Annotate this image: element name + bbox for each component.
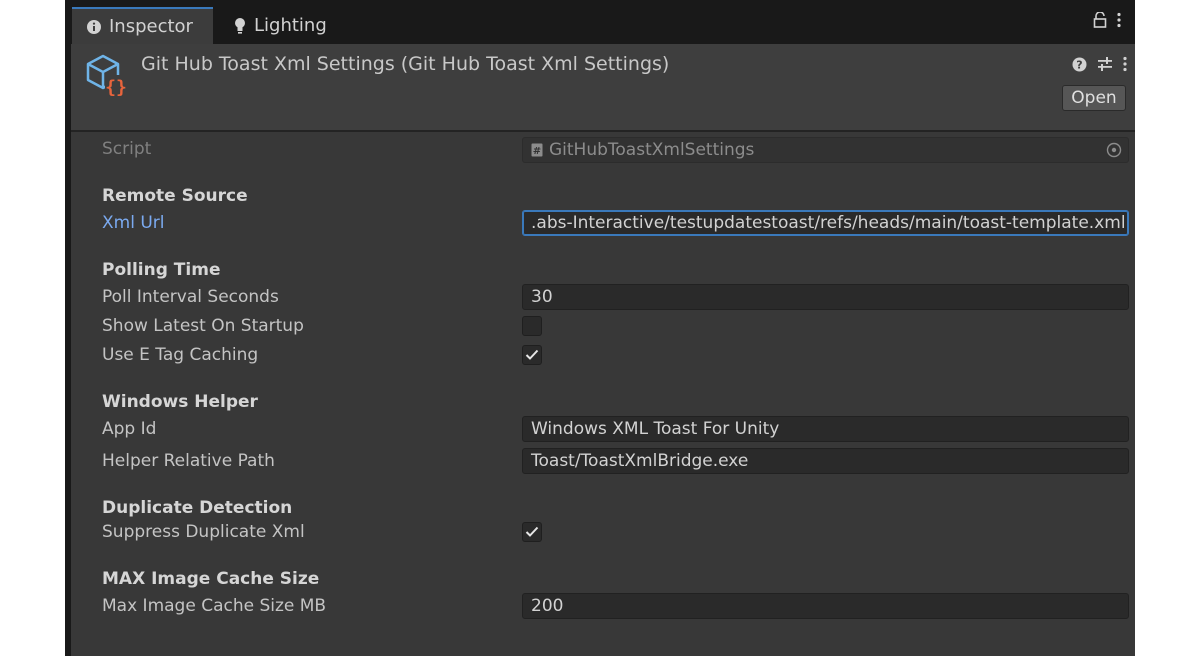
inspector-panel: Inspector Lighting {} Git Hub Toast Xml …: [65, 0, 1135, 656]
section-duplicate-detection: Duplicate Detection: [102, 498, 293, 518]
xml-url-input[interactable]: .abs-Interactive/testupdatestoast/refs/h…: [522, 210, 1129, 236]
helper-path-label: Helper Relative Path: [102, 451, 275, 471]
show-latest-checkbox[interactable]: [522, 316, 542, 336]
svg-text:{}: {}: [105, 77, 127, 97]
component-title: Git Hub Toast Xml Settings (Git Hub Toas…: [141, 53, 670, 75]
checkmark-icon: [525, 346, 539, 365]
app-id-label: App Id: [102, 419, 157, 439]
open-button[interactable]: Open: [1062, 85, 1126, 111]
section-max-image-cache: MAX Image Cache Size: [102, 569, 320, 589]
max-cache-size-label: Max Image Cache Size MB: [102, 596, 327, 616]
section-windows-helper: Windows Helper: [102, 392, 258, 412]
tab-lighting[interactable]: Lighting: [225, 7, 365, 44]
max-cache-size-input[interactable]: 200: [522, 593, 1129, 619]
suppress-duplicate-checkbox[interactable]: [522, 522, 542, 542]
lock-icon[interactable]: [1093, 11, 1107, 32]
bulb-icon: [233, 17, 247, 35]
help-icon[interactable]: ?: [1072, 57, 1087, 76]
svg-text:#: #: [533, 146, 541, 157]
panel-left-edge: [65, 0, 71, 656]
poll-interval-input[interactable]: 30: [522, 284, 1129, 310]
tab-label: Inspector: [109, 16, 193, 37]
etag-caching-label: Use E Tag Caching: [102, 345, 259, 365]
object-picker-icon[interactable]: [1106, 142, 1122, 162]
preset-icon[interactable]: [1097, 56, 1113, 76]
tab-label: Lighting: [254, 15, 327, 36]
tab-bar: Inspector Lighting: [65, 0, 1135, 45]
helper-path-input[interactable]: Toast/ToastXmlBridge.exe: [522, 448, 1129, 474]
script-value: GitHubToastXmlSettings: [549, 140, 755, 160]
app-id-input[interactable]: Windows XML Toast For Unity: [522, 416, 1129, 442]
script-label: Script: [102, 139, 152, 159]
suppress-duplicate-label: Suppress Duplicate Xml: [102, 522, 305, 542]
header-actions: ?: [1072, 56, 1127, 76]
scriptable-object-icon: {}: [85, 53, 129, 101]
script-file-icon: #: [531, 143, 543, 157]
poll-interval-label: Poll Interval Seconds: [102, 287, 279, 307]
section-remote-source: Remote Source: [102, 186, 248, 206]
info-icon: [86, 19, 102, 35]
show-latest-label: Show Latest On Startup: [102, 316, 304, 336]
tab-inspector[interactable]: Inspector: [72, 7, 213, 44]
inspector-header: {} Git Hub Toast Xml Settings (Git Hub T…: [71, 44, 1135, 132]
xml-url-label: Xml Url: [102, 213, 165, 233]
kebab-menu-icon[interactable]: [1123, 56, 1127, 76]
checkmark-icon: [525, 523, 539, 542]
kebab-menu-icon[interactable]: [1117, 12, 1121, 32]
script-field: # GitHubToastXmlSettings: [522, 137, 1129, 163]
etag-caching-checkbox[interactable]: [522, 345, 542, 365]
tabbar-actions: [1093, 11, 1121, 32]
svg-text:?: ?: [1076, 58, 1082, 71]
section-polling-time: Polling Time: [102, 260, 221, 280]
